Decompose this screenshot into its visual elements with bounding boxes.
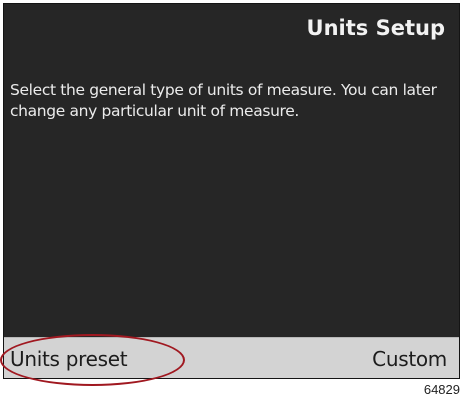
display-screen: Units Setup Select the general type of u…: [3, 3, 460, 379]
screen-title: Units Setup: [306, 16, 445, 40]
description-text: Select the general type of units of meas…: [10, 81, 437, 120]
softkey-bar: Units preset Custom: [4, 337, 459, 378]
figure-number: 64829: [423, 382, 460, 397]
units-preset-softkey[interactable]: Units preset: [10, 347, 128, 371]
figure-page: Units Setup Select the general type of u…: [0, 0, 464, 403]
custom-softkey[interactable]: Custom: [372, 347, 447, 371]
